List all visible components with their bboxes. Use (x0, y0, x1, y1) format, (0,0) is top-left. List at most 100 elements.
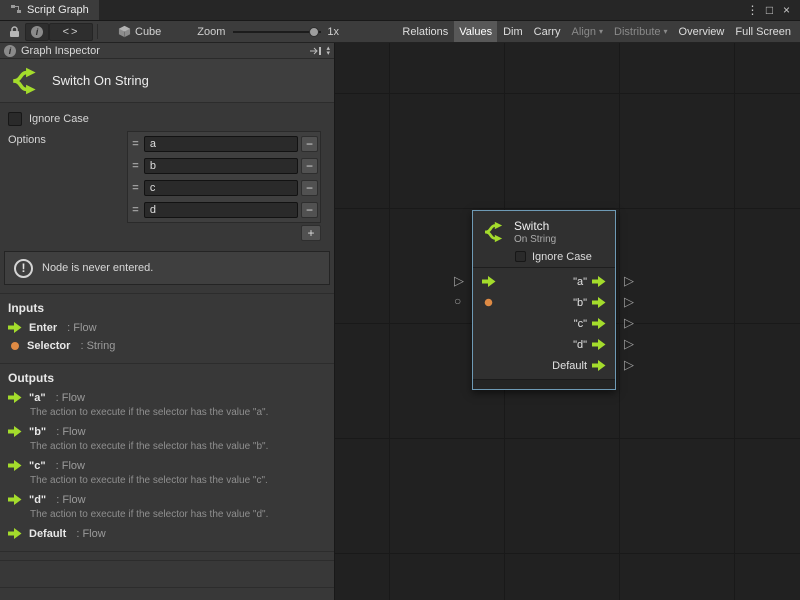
close-button[interactable]: × (778, 3, 795, 17)
port-label: "a" (573, 276, 587, 288)
flow-arrow-icon[interactable] (592, 297, 606, 308)
zoom-label: Zoom (197, 26, 225, 38)
port-type: Flow (73, 322, 96, 334)
ignore-case-checkbox[interactable] (515, 251, 526, 262)
input-port-enter: Enter : Flow (0, 319, 334, 337)
info-icon: i (31, 26, 43, 38)
port-label: "b" (573, 297, 587, 309)
cube-icon (118, 25, 131, 38)
selector-port-connector-icon[interactable]: ○ (454, 295, 461, 308)
enter-flow-icon[interactable] (482, 276, 500, 287)
node-title: Switch (514, 219, 556, 233)
remove-option-button[interactable]: − (301, 158, 318, 174)
graph-canvas[interactable]: Switch On String Ignore Case ▷ ○ ▷ ▷ (335, 43, 800, 600)
input-port-selector: Selector : String (0, 337, 334, 355)
overview-button[interactable]: Overview (674, 21, 730, 42)
node-port-row: "d" (473, 334, 615, 355)
inspector-title: Graph Inspector (21, 45, 100, 57)
arrow-down-icon: ▾ (326, 51, 330, 56)
selector-value-icon[interactable] (482, 298, 500, 307)
collapse-arrows-icon[interactable]: ▴ ▾ (326, 46, 330, 56)
remove-option-button[interactable]: − (301, 180, 318, 196)
node-header[interactable]: Switch On String (473, 211, 615, 248)
window-controls: ⋮ □ × (744, 0, 800, 20)
port-type: Flow (62, 460, 85, 472)
graph-inspector-panel: i Graph Inspector ▴ ▾ Switch On (0, 43, 335, 600)
port-name: "b" (29, 426, 46, 438)
port-label: "c" (574, 318, 587, 330)
options-footer: + (127, 225, 321, 241)
relations-button[interactable]: Relations (397, 21, 453, 42)
port-type: Flow (62, 392, 85, 404)
port-name: "c" (29, 460, 46, 472)
output-port-connector-icon[interactable]: ▷ (624, 337, 634, 350)
inspector-toggle-button[interactable]: i (25, 23, 49, 41)
options-list: = − = − = − = (127, 131, 321, 223)
drag-handle-icon[interactable]: = (130, 182, 141, 194)
values-button[interactable]: Values (454, 21, 497, 42)
zoom-slider-knob[interactable] (309, 27, 319, 37)
warning-text: Node is never entered. (42, 262, 153, 274)
options-section: Options = − = − = − (0, 131, 334, 223)
output-port-d: "d" : Flow (0, 491, 334, 509)
flow-arrow-icon[interactable] (592, 360, 606, 371)
remove-option-button[interactable]: − (301, 202, 318, 218)
option-input[interactable] (144, 180, 298, 196)
maximize-button[interactable]: □ (761, 3, 778, 17)
port-label: "d" (573, 339, 587, 351)
remove-option-button[interactable]: − (301, 136, 318, 152)
port-label: Default (552, 360, 587, 372)
drag-handle-icon[interactable]: = (130, 138, 141, 150)
lock-icon (9, 26, 20, 38)
port-name: "a" (29, 392, 46, 404)
dock-panel-icon[interactable] (309, 46, 322, 56)
dim-button[interactable]: Dim (498, 21, 528, 42)
node-port-row: "b" (473, 292, 615, 313)
ignore-case-checkbox[interactable] (8, 112, 22, 126)
lock-button[interactable] (4, 23, 25, 41)
port-description: The action to execute if the selector ha… (30, 475, 326, 486)
window-menu-button[interactable]: ⋮ (744, 3, 761, 17)
option-input[interactable] (144, 158, 298, 174)
flow-arrow-icon[interactable] (592, 276, 606, 287)
code-view-button[interactable]: <> (49, 23, 93, 41)
switch-on-string-node[interactable]: Switch On String Ignore Case ▷ ○ ▷ ▷ (472, 210, 616, 390)
tab-script-graph[interactable]: Script Graph (0, 0, 99, 20)
output-port-c: "c" : Flow (0, 457, 334, 475)
output-port-connector-icon[interactable]: ▷ (624, 316, 634, 329)
flow-arrow-icon[interactable] (592, 318, 606, 329)
node-footer (473, 379, 615, 389)
port-type: Flow (62, 494, 85, 506)
flow-arrow-icon (8, 528, 22, 539)
fullscreen-button[interactable]: Full Screen (730, 21, 796, 42)
drag-handle-icon[interactable]: = (130, 160, 141, 172)
toolbar-buttons: Relations Values Dim Carry Align ▾ Distr… (397, 21, 796, 42)
output-port-connector-icon[interactable]: ▷ (624, 274, 634, 287)
enter-port-connector-icon[interactable]: ▷ (454, 274, 464, 287)
unit-title: Switch On String (52, 73, 149, 88)
distribute-button[interactable]: Distribute ▾ (609, 21, 672, 42)
output-port-default: Default : Flow (0, 525, 334, 543)
align-button[interactable]: Align ▾ (567, 21, 608, 42)
port-description: The action to execute if the selector ha… (30, 407, 326, 418)
option-row: = − (129, 199, 319, 221)
drag-handle-icon[interactable]: = (130, 204, 141, 216)
output-port-connector-icon[interactable]: ▷ (624, 295, 634, 308)
carry-button[interactable]: Carry (529, 21, 566, 42)
add-option-button[interactable]: + (301, 225, 321, 241)
output-port-b: "b" : Flow (0, 423, 334, 441)
switch-unit-icon (481, 219, 507, 245)
node-port-row: "a" (473, 271, 615, 292)
flow-arrow-icon (8, 426, 22, 437)
node-ignore-case-row: Ignore Case (515, 249, 615, 264)
zoom-slider[interactable] (233, 26, 321, 38)
node-subtitle: On String (514, 234, 556, 245)
ignore-case-label: Ignore Case (29, 113, 89, 125)
flow-arrow-icon (8, 494, 22, 505)
flow-arrow-icon[interactable] (592, 339, 606, 350)
port-name: Selector (27, 340, 70, 352)
option-input[interactable] (144, 136, 298, 152)
output-port-connector-icon[interactable]: ▷ (624, 358, 634, 371)
option-row: = − (129, 155, 319, 177)
option-input[interactable] (144, 202, 298, 218)
